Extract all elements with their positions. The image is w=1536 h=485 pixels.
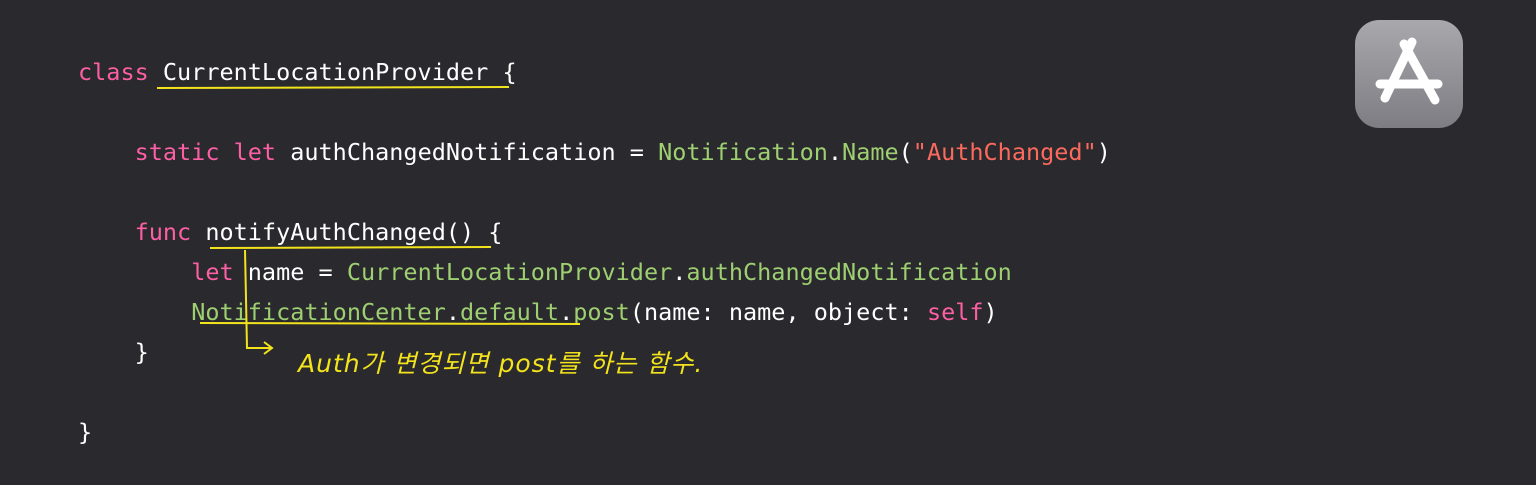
code-token: }	[78, 418, 93, 446]
app-store-icon	[1355, 20, 1463, 128]
code-block: class CurrentLocationProvider { static l…	[78, 52, 1111, 452]
code-token: notifyAuthChanged() {	[191, 218, 503, 246]
code-token: .	[827, 138, 843, 166]
code-line-10: }	[78, 412, 1111, 452]
handwritten-note: Auth가 변경되면 post를 하는 함수.	[298, 349, 704, 378]
code-token: Name	[842, 138, 899, 166]
code-token: authChangedNotification =	[276, 138, 659, 166]
code-token: authChangedNotification	[686, 258, 1012, 286]
code-token: "AuthChanged"	[912, 138, 1097, 166]
code-token: NotificationCenter	[191, 298, 446, 326]
code-line-1: class CurrentLocationProvider {	[78, 52, 1111, 92]
code-line-3: static let authChangedNotification = Not…	[78, 132, 1111, 172]
code-slide: class CurrentLocationProvider { static l…	[0, 0, 1536, 485]
code-token: }	[78, 338, 149, 366]
code-line-5: func notifyAuthChanged() {	[78, 212, 1111, 252]
code-line-6: let name = CurrentLocationProvider.authC…	[78, 252, 1111, 292]
code-token: static	[134, 138, 220, 166]
code-token: (name: name, object:	[629, 298, 927, 326]
code-token: )	[983, 298, 998, 326]
code-token: .	[559, 298, 574, 326]
code-token: func	[134, 218, 192, 246]
code-token: Notification	[658, 138, 828, 166]
code-token: class	[78, 58, 163, 86]
code-token: CurrentLocationProvider	[162, 58, 489, 86]
code-token: {	[488, 58, 517, 86]
code-token: let	[233, 138, 277, 166]
code-token: (	[898, 138, 913, 166]
code-token: name =	[233, 258, 347, 286]
code-token: .	[672, 258, 687, 286]
code-token: post	[573, 298, 630, 326]
code-token: CurrentLocationProvider	[346, 258, 673, 286]
code-token: default	[460, 298, 560, 326]
code-token: )	[1096, 138, 1111, 166]
code-token: .	[445, 298, 461, 326]
code-token: let	[191, 258, 234, 286]
code-token: self	[926, 298, 984, 326]
code-line-7: NotificationCenter.default.post(name: na…	[78, 292, 1111, 332]
